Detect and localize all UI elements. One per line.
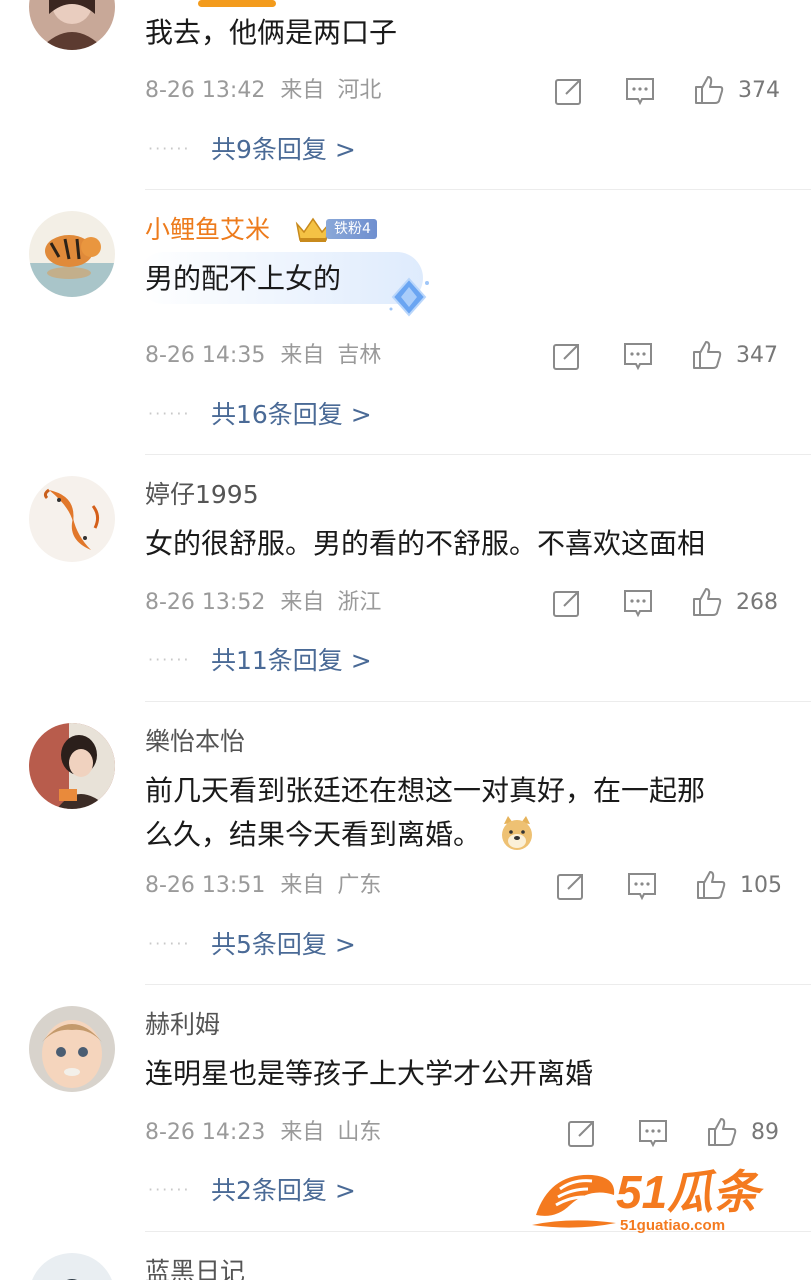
comment-text-line-1: 前几天看到张廷还在想这一对真好，在一起那 xyxy=(145,774,706,807)
watermark-url: 51guatiao.com xyxy=(620,1217,726,1234)
like-count: 268 xyxy=(736,590,778,615)
comment-meta: 8-26 13:52 来自 浙江 xyxy=(145,588,381,618)
from-label: 来自 xyxy=(280,78,325,103)
reply-icon[interactable] xyxy=(626,870,658,902)
view-replies-link[interactable]: 共9条回复 > xyxy=(211,134,356,166)
share-icon[interactable] xyxy=(551,340,583,372)
avatar[interactable] xyxy=(29,1253,115,1280)
dots-separator: ······ xyxy=(148,139,191,158)
comment-text-line-2-content: 么久，结果今天看到离婚。 xyxy=(145,818,482,851)
watermark-logo: 51瓜条 51guatiao.com xyxy=(530,1163,790,1241)
comment-text: 连明星也是等孩子上大学才公开离婚 xyxy=(145,1057,594,1090)
diamond-icon xyxy=(389,277,429,317)
avatar[interactable] xyxy=(29,1006,115,1092)
view-replies-link[interactable]: 共16条回复 > xyxy=(211,399,372,431)
like-count: 347 xyxy=(736,343,778,368)
like-icon[interactable] xyxy=(706,1116,738,1148)
avatar[interactable] xyxy=(29,0,115,50)
share-icon[interactable] xyxy=(566,1117,598,1149)
username[interactable]: 赫利姆 xyxy=(145,1009,220,1041)
reply-icon[interactable] xyxy=(622,340,654,372)
avatar[interactable] xyxy=(29,211,115,297)
dots-separator: ······ xyxy=(148,650,191,669)
share-icon[interactable] xyxy=(551,587,583,619)
comment-date: 8-26 13:51 xyxy=(145,873,266,898)
share-icon[interactable] xyxy=(555,870,587,902)
comment-text: 男的配不上女的 xyxy=(145,262,342,295)
comment-meta: 8-26 14:35 来自 吉林 xyxy=(145,341,381,371)
from-label: 来自 xyxy=(280,1120,325,1145)
avatar[interactable] xyxy=(29,476,115,562)
comment-item: 樂怡本怡 前几天看到张廷还在想这一对真好，在一起那 么久，结果今天看到离婚。 8… xyxy=(0,702,811,985)
comment-location: 广东 xyxy=(337,873,382,898)
comment-date: 8-26 13:52 xyxy=(145,590,266,615)
share-icon[interactable] xyxy=(553,75,585,107)
dots-separator: ······ xyxy=(148,404,191,423)
comment-date: 8-26 14:23 xyxy=(145,1120,266,1145)
comment-item: 婷仔1995 女的很舒服。男的看的不舒服。不喜欢这面相 8-26 13:52 来… xyxy=(0,455,811,702)
comment-location: 河北 xyxy=(337,78,382,103)
comment-location: 山东 xyxy=(337,1120,382,1145)
reply-icon[interactable] xyxy=(622,587,654,619)
comment-meta: 8-26 13:42 来自 河北 xyxy=(145,76,381,106)
from-label: 来自 xyxy=(280,590,325,615)
fan-badge-group: 铁粉4 xyxy=(294,214,377,244)
like-icon[interactable] xyxy=(695,869,727,901)
like-icon[interactable] xyxy=(691,586,723,618)
like-count: 89 xyxy=(751,1120,779,1145)
view-replies-link[interactable]: 共5条回复 > xyxy=(211,929,356,961)
comment-location: 吉林 xyxy=(337,343,382,368)
comment-meta: 8-26 13:51 来自 广东 xyxy=(145,871,381,901)
comment-text-line-2: 么久，结果今天看到离婚。 xyxy=(145,813,536,857)
username[interactable]: 婷仔1995 xyxy=(145,479,259,511)
doge-emoji-icon xyxy=(501,816,532,850)
comment-meta: 8-26 14:23 来自 山东 xyxy=(145,1118,381,1148)
comment-text: 我去，他俩是两口子 xyxy=(145,16,398,49)
comment-item: 小鲤鱼艾米 铁粉4 男的配不上女的 8-26 14:35 来自 吉林 347 ·… xyxy=(0,190,811,455)
view-replies-link[interactable]: 共2条回复 > xyxy=(211,1175,356,1207)
dots-separator: ······ xyxy=(148,934,191,953)
like-count: 105 xyxy=(740,873,782,898)
comment-date: 8-26 14:35 xyxy=(145,343,266,368)
like-icon[interactable] xyxy=(693,74,725,106)
watermark-brand: 51瓜条 xyxy=(616,1166,760,1218)
comment-text: 女的很舒服。男的看的不舒服。不喜欢这面相 xyxy=(145,527,706,560)
username[interactable]: 樂怡本怡 xyxy=(145,726,245,758)
like-icon[interactable] xyxy=(691,339,723,371)
username[interactable]: 小鲤鱼艾米 xyxy=(145,214,270,246)
from-label: 来自 xyxy=(280,873,325,898)
dots-separator: ······ xyxy=(148,1180,191,1199)
reply-icon[interactable] xyxy=(637,1117,669,1149)
watermark-fish-icon xyxy=(532,1174,616,1228)
from-label: 来自 xyxy=(280,343,325,368)
comment-item: 我去，他俩是两口子 8-26 13:42 来自 河北 374 ······ 共9… xyxy=(0,0,811,190)
view-replies-link[interactable]: 共11条回复 > xyxy=(211,645,372,677)
avatar[interactable] xyxy=(29,723,115,809)
fan-badge: 铁粉4 xyxy=(326,219,377,239)
reply-icon[interactable] xyxy=(624,75,656,107)
username[interactable]: 蓝黑日记 xyxy=(145,1256,245,1280)
comment-location: 浙江 xyxy=(337,590,382,615)
comment-date: 8-26 13:42 xyxy=(145,78,266,103)
like-count: 374 xyxy=(738,78,780,103)
